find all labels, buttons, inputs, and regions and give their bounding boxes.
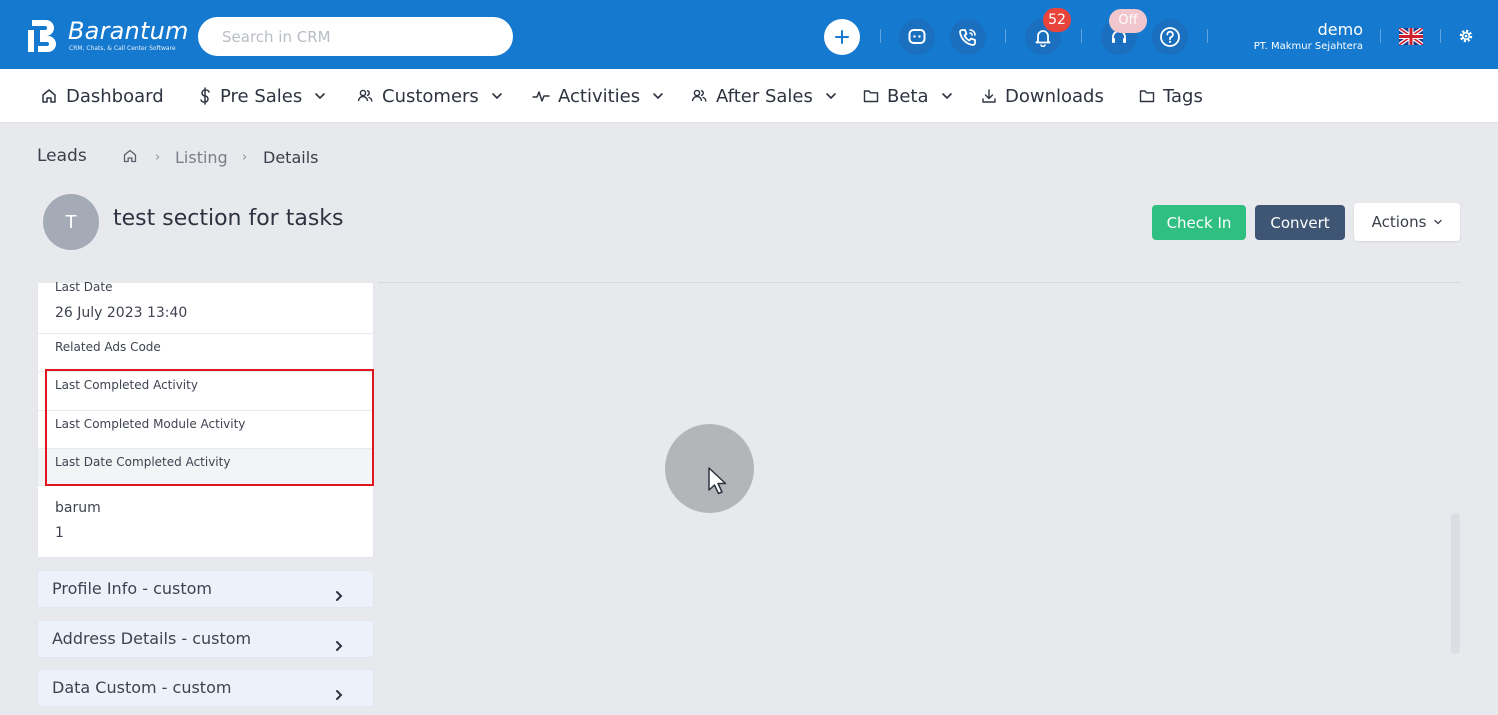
related-ads-code-label: Related Ads Code [55,340,161,354]
row-divider [38,333,373,334]
chevron-down-icon [653,93,663,100]
phone-call-icon [959,29,976,46]
mouse-cursor-icon [708,467,727,495]
profile-info-section[interactable]: Profile Info - custom [37,570,374,608]
chevron-down-icon [941,93,952,100]
topbar-divider [1207,29,1208,43]
header-divider [378,282,1461,283]
topbar-divider [1005,29,1006,43]
chevron-right-icon [336,591,343,601]
topbar-divider [880,29,881,43]
search-input[interactable] [198,17,513,56]
user-organization: PT. Makmur Sejahtera [1253,41,1363,52]
help-icon [1160,27,1180,47]
nav-item-downloads[interactable]: Downloads [981,69,1104,123]
download-icon [982,89,996,103]
address-details-section[interactable]: Address Details - custom [37,620,374,658]
actions-dropdown-button[interactable]: Actions [1354,203,1460,241]
highlight-box [45,369,374,486]
call-button[interactable] [950,19,986,55]
last-date-label: Last Date [55,280,113,294]
last-date-value: 26 July 2023 13:40 [55,305,188,321]
breadcrumb-separator: › [155,150,161,165]
section-label: Profile Info - custom [52,579,212,598]
chevron-right-icon [336,690,343,700]
nav-item-activities[interactable]: Activities [532,69,664,123]
chevron-down-icon [826,93,836,100]
breadcrumb-separator: › [242,150,248,165]
topbar-divider [1440,29,1441,43]
chevron-down-icon [1434,219,1443,225]
brand-logo[interactable]: Barantum CRM, Chats, & Call Center Softw… [26,16,191,58]
nav-item-tags[interactable]: Tags [1139,69,1203,123]
nav-label: Dashboard [66,85,164,107]
page-title: Leads [37,146,87,166]
main-navigation: Dashboard Pre Sales Customers Activities… [0,69,1498,123]
topbar-divider [1081,29,1082,43]
uk-flag-icon[interactable] [1399,28,1423,45]
breadcrumb-listing-link[interactable]: Listing [175,148,228,167]
nav-label: Downloads [1005,85,1104,107]
gear-icon[interactable] [1458,28,1474,44]
nav-item-beta[interactable]: Beta [863,69,953,123]
content-scrollbar[interactable] [1451,513,1460,654]
nav-label: Beta [887,85,929,107]
help-button[interactable] [1152,19,1188,55]
nav-item-customers[interactable]: Customers [356,69,503,123]
section-label: Data Custom - custom [52,678,232,697]
quick-add-button[interactable] [824,19,860,55]
activity-icon [532,91,550,102]
home-icon[interactable] [122,148,138,164]
avatar: T [43,194,99,250]
chevron-down-icon [492,93,502,100]
top-bar: Barantum CRM, Chats, & Call Center Softw… [0,0,1498,69]
user-name: demo [1317,20,1363,39]
folder-icon [863,90,879,103]
nav-label: Pre Sales [220,85,303,107]
barum-label: barum [55,500,101,516]
dollar-icon [200,87,210,105]
nav-label: Tags [1163,85,1203,107]
convert-button[interactable]: Convert [1255,205,1345,240]
record-title: test section for tasks [113,206,344,231]
home-icon [42,89,56,103]
folder-icon [1139,90,1155,103]
section-label: Address Details - custom [52,629,252,648]
barantum-logo-icon [28,20,56,52]
nav-label: Customers [382,85,479,107]
chevron-right-icon [336,641,343,651]
notification-count-badge: 52 [1043,8,1071,32]
chevron-down-icon [315,93,326,100]
nav-label: After Sales [716,85,813,107]
user-menu[interactable]: demo PT. Makmur Sejahtera [1254,20,1363,52]
nav-item-dashboard[interactable]: Dashboard [40,69,164,123]
nav-label: Activities [558,85,641,107]
breadcrumb-current: Details [263,148,319,167]
chat-button[interactable] [899,19,935,55]
actions-label: Actions [1371,213,1427,231]
brand-tagline: CRM, Chats, & Call Center Software [69,45,176,52]
barum-value: 1 [55,525,64,541]
chat-icon [908,29,926,44]
call-status-pill: Off [1109,9,1147,33]
nav-item-pre-sales[interactable]: Pre Sales [198,69,326,123]
plus-icon [835,30,849,44]
users-icon [357,89,373,102]
topbar-divider [1380,29,1381,43]
nav-item-after-sales[interactable]: After Sales [690,69,837,123]
check-in-button[interactable]: Check In [1152,205,1246,240]
users-icon [691,89,707,102]
brand-name: Barantum [68,17,189,45]
data-custom-section[interactable]: Data Custom - custom [37,669,374,707]
